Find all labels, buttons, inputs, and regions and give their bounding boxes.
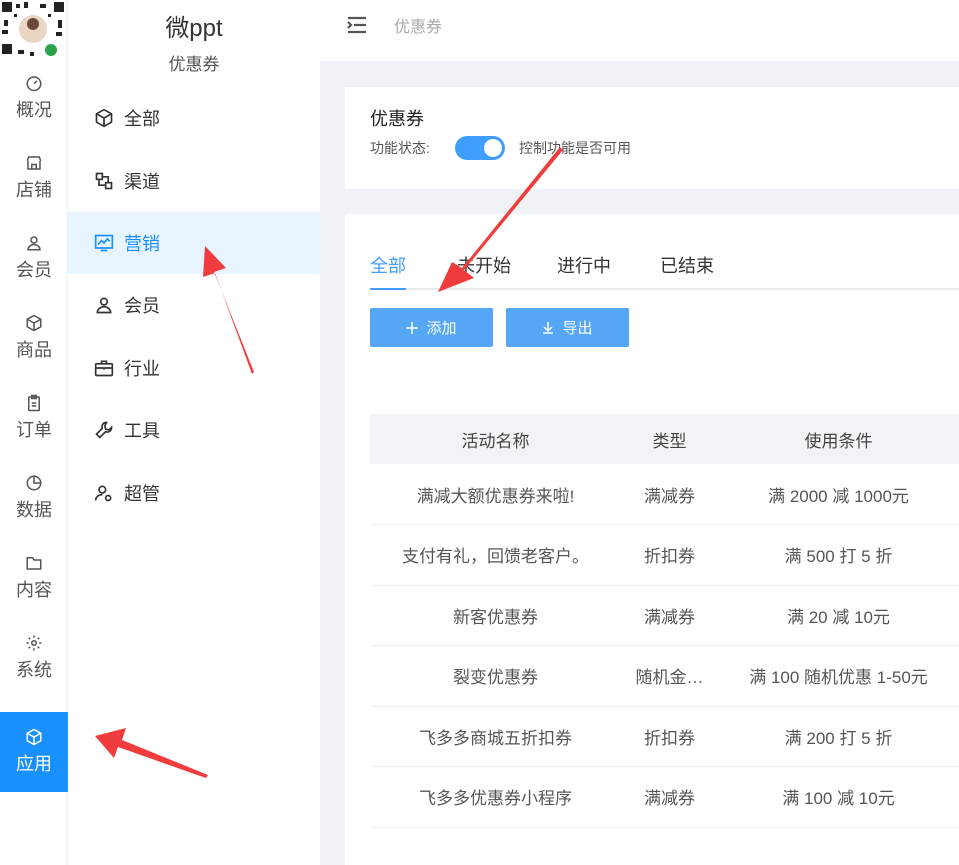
cell-type: 折扣券 [621,524,718,586]
col-activity-name: 活动名称 [370,414,621,464]
dashboard-icon [26,76,42,92]
app-subtitle: 优惠券 [168,55,220,74]
cell-condition: 满 100 减 10元 [718,766,959,828]
table-header-row: 活动名称 类型 使用条件 [370,414,959,464]
export-button[interactable]: 导出 [506,308,629,347]
plus-icon [406,321,419,334]
cell-condition: 满 2000 减 1000元 [718,464,959,525]
rail-item-member[interactable]: 会员 [0,218,68,298]
menu-item-admin[interactable]: 超管 [68,462,320,524]
store-icon [26,156,42,170]
rail-item-data[interactable]: 数据 [0,458,68,538]
admin-icon [94,485,112,502]
wrench-icon [95,421,113,439]
status-tabs: 全部 未开始 进行中 已结束 [370,252,959,290]
add-button[interactable]: 添加 [370,308,493,347]
briefcase-icon [94,360,114,377]
menu-item-industry[interactable]: 行业 [68,337,320,399]
tab-not-started[interactable]: 未开始 [457,252,511,290]
rail-item-overview[interactable]: 概况 [0,58,68,138]
menu-item-tools[interactable]: 工具 [68,399,320,461]
tab-ended[interactable]: 已结束 [660,252,714,290]
status-toggle[interactable] [455,136,505,160]
cell-type: 随机金… [621,645,718,707]
cube-icon [26,728,42,746]
rail-item-store[interactable]: 店铺 [0,138,68,218]
cell-type: 折扣券 [621,706,718,767]
pie-icon [26,475,42,491]
rail-item-order[interactable]: 订单 [0,378,68,458]
table-row[interactable]: 支付有礼，回馈老客户。 折扣券 满 500 打 5 折 [370,524,959,586]
col-type: 类型 [621,414,718,464]
menu-item-all[interactable]: 全部 [68,87,320,149]
cell-name: 飞多多商城五折扣券 [370,706,621,767]
cell-type: 满减券 [621,766,718,828]
menu-collapse-icon[interactable] [346,14,368,36]
coupon-list-card: 全部 未开始 进行中 已结束 添加 导出 活动名称 类型 使用条件 满减大额优惠… [345,214,959,865]
cell-condition: 满 500 打 5 折 [718,524,959,586]
cell-name: 支付有礼，回馈老客户。 [370,524,621,586]
download-icon [543,321,554,334]
gear-icon [26,635,42,651]
box-icon [26,314,42,332]
settings-title: 优惠券 [370,109,424,129]
cell-condition: 满 20 减 10元 [718,585,959,646]
settings-card: 优惠券 功能状态: 控制功能是否可用 [345,87,959,189]
cube-icon [95,108,113,128]
channel-icon [95,172,113,190]
rail-item-goods[interactable]: 商品 [0,298,68,378]
tab-in-progress[interactable]: 进行中 [557,252,611,290]
status-label: 功能状态: [370,140,430,156]
table-row[interactable]: 飞多多优惠券小程序 满减券 满 100 减 10元 [370,766,959,828]
status-hint: 控制功能是否可用 [519,140,631,156]
user-icon [27,236,41,251]
table-row[interactable]: 裂变优惠券 随机金… 满 100 随机优惠 1-50元 [370,645,959,707]
app-title: 微ppt [165,15,223,42]
menu-item-channel[interactable]: 渠道 [68,150,320,212]
menu-item-member[interactable]: 会员 [68,274,320,336]
rail-item-content[interactable]: 内容 [0,538,68,618]
rail-item-apps[interactable]: 应用 [0,712,68,792]
cell-name: 新客优惠券 [370,585,621,646]
folder-icon [26,557,42,570]
miniprogram-qr-code [0,0,66,58]
secondary-sidebar: 微ppt 优惠券 全部 渠道 营销 会员 行业 工具 超管 [68,0,320,865]
table-row[interactable]: 新客优惠券 满减券 满 20 减 10元 [370,585,959,646]
cell-name: 裂变优惠券 [370,645,621,707]
col-condition: 使用条件 [718,414,959,464]
cell-type: 满减券 [621,464,718,525]
clipboard-icon [28,394,40,412]
table-row[interactable]: 满减大额优惠券来啦! 满减券 满 2000 减 1000元 [370,464,959,525]
cell-name: 满减大额优惠券来啦! [370,464,621,525]
coupon-table: 活动名称 类型 使用条件 满减大额优惠券来啦! 满减券 满 2000 减 100… [370,414,959,828]
cell-name: 飞多多优惠券小程序 [370,766,621,828]
rail-item-system[interactable]: 系统 [0,618,68,698]
cell-condition: 满 200 打 5 折 [718,706,959,767]
user-icon [96,297,112,314]
tab-all[interactable]: 全部 [370,252,406,290]
breadcrumb: 优惠券 [394,19,443,36]
cell-condition: 满 100 随机优惠 1-50元 [718,645,959,707]
menu-item-marketing[interactable]: 营销 [68,212,320,274]
table-row[interactable]: 飞多多商城五折扣券 折扣券 满 200 打 5 折 [370,706,959,767]
chart-icon [94,234,114,252]
cell-type: 满减券 [621,585,718,646]
primary-sidebar: 概况 店铺 会员 商品 订单 数据 内容 系统 应用 [0,0,68,865]
top-header: 优惠券 [320,0,959,62]
